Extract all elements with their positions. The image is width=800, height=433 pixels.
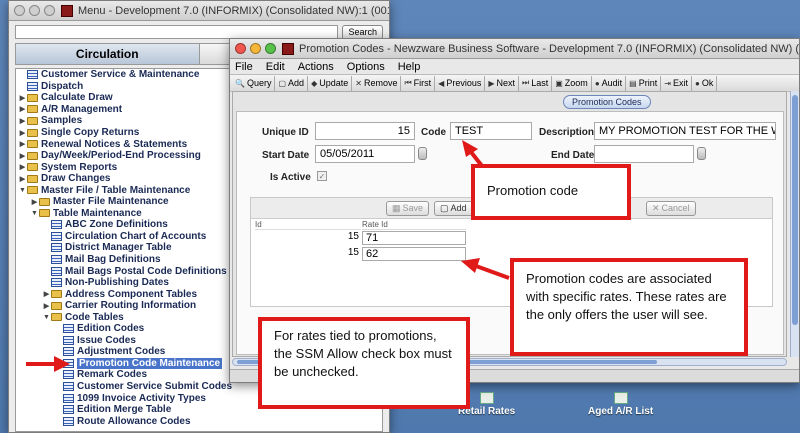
arrow-to-promotion-code-maintenance <box>26 356 70 372</box>
annotation-arrows <box>26 140 510 372</box>
arrow-to-code-field <box>462 140 484 168</box>
arrow-to-rates <box>461 258 510 280</box>
